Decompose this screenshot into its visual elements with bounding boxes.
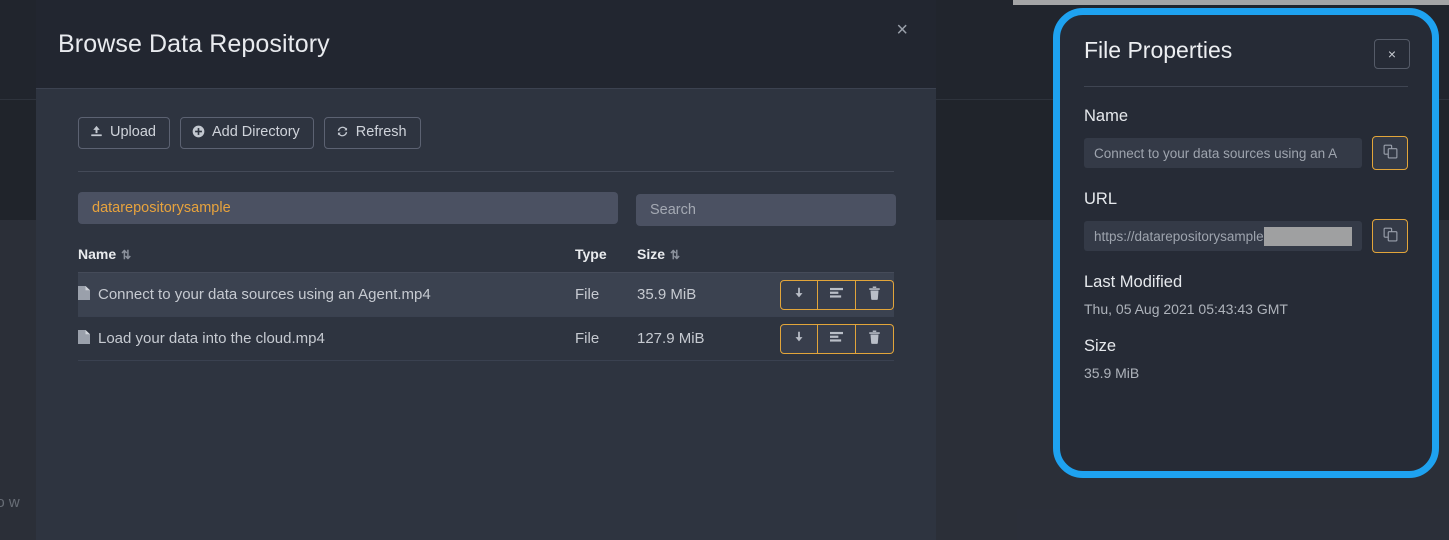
copy-url-button[interactable] — [1372, 219, 1408, 253]
column-header-size-label: Size — [637, 246, 666, 262]
file-size-cell: 127.9 MiB — [637, 316, 757, 361]
file-table-header: Name ⇅ Type Size ⇅ — [78, 242, 894, 273]
table-header-row: Name ⇅ Type Size ⇅ — [78, 242, 894, 273]
sort-icon: ⇅ — [121, 248, 131, 262]
copy-icon — [1383, 227, 1398, 245]
row-action-group — [780, 323, 894, 354]
name-field-value[interactable]: Connect to your data sources using an A — [1084, 138, 1362, 168]
url-field-row: https://datarepositorysample — [1084, 219, 1408, 253]
properties-icon — [829, 287, 844, 303]
path-and-search-row: datarepositorysample — [78, 192, 896, 226]
last-modified-label: Last Modified — [1084, 273, 1183, 291]
size-label: Size — [1084, 337, 1117, 355]
file-properties-header: File Properties × — [1084, 37, 1410, 69]
file-name-cell: Load your data into the cloud.mp4 — [78, 316, 575, 361]
column-header-actions — [757, 242, 894, 273]
file-actions-cell — [757, 272, 894, 317]
trash-icon — [868, 330, 881, 347]
file-name-cell: Connect to your data sources using an Ag… — [78, 272, 575, 317]
download-icon — [792, 286, 806, 303]
dialog-body: Upload Add Directory Refresh datareposit… — [36, 89, 936, 540]
column-header-name[interactable]: Name ⇅ — [78, 242, 575, 273]
row-action-group — [780, 279, 894, 310]
trash-icon — [868, 286, 881, 303]
file-icon — [78, 285, 91, 304]
file-name-text: Connect to your data sources using an Ag… — [98, 285, 431, 303]
sort-icon: ⇅ — [670, 248, 680, 262]
table-row[interactable]: Connect to your data sources using an Ag… — [78, 272, 894, 317]
download-button[interactable] — [780, 323, 818, 354]
toolbar-divider — [78, 171, 894, 172]
close-icon[interactable]: × — [1374, 39, 1410, 69]
file-name-text: Load your data into the cloud.mp4 — [98, 329, 325, 347]
delete-button[interactable] — [856, 323, 894, 354]
plus-circle-icon — [192, 125, 205, 140]
table-row[interactable]: Load your data into the cloud.mp4 File 1… — [78, 316, 894, 361]
refresh-icon — [336, 125, 349, 140]
file-table-body: Connect to your data sources using an Ag… — [78, 272, 894, 361]
download-button[interactable] — [780, 279, 818, 310]
modal-scrim-left — [0, 0, 36, 540]
column-header-name-label: Name — [78, 246, 117, 262]
name-field-label: Name — [1084, 107, 1129, 125]
url-field-label: URL — [1084, 190, 1118, 208]
file-properties-divider — [1084, 86, 1408, 87]
upload-button-label: Upload — [110, 124, 156, 141]
close-icon[interactable]: × — [890, 16, 914, 44]
refresh-button[interactable]: Refresh — [323, 117, 421, 149]
size-value: 35.9 MiB — [1084, 365, 1140, 381]
file-icon — [78, 329, 91, 348]
file-type-cell: File — [575, 316, 637, 361]
column-header-type: Type — [575, 242, 637, 273]
browse-data-repository-dialog: Browse Data Repository × Upload Add Dire… — [36, 0, 936, 540]
file-type-cell: File — [575, 272, 637, 317]
copy-name-button[interactable] — [1372, 136, 1408, 170]
delete-button[interactable] — [856, 279, 894, 310]
file-table: Name ⇅ Type Size ⇅ Connect to your data … — [78, 242, 894, 361]
file-properties-content: File Properties × Name Connect to your d… — [1060, 15, 1432, 471]
upload-icon — [90, 125, 103, 140]
url-field-text: https://datarepositorysample — [1094, 228, 1264, 244]
column-header-size[interactable]: Size ⇅ — [637, 242, 757, 273]
path-breadcrumb-input[interactable]: datarepositorysample — [78, 192, 618, 224]
column-header-type-label: Type — [575, 246, 607, 262]
add-directory-button[interactable]: Add Directory — [179, 117, 314, 149]
properties-button[interactable] — [818, 279, 856, 310]
last-modified-value: Thu, 05 Aug 2021 05:43:43 GMT — [1084, 301, 1288, 317]
refresh-button-label: Refresh — [355, 124, 407, 141]
toolbar: Upload Add Directory Refresh — [78, 117, 894, 149]
url-field-value[interactable]: https://datarepositorysample — [1084, 221, 1362, 251]
file-actions-cell — [757, 316, 894, 361]
copy-icon — [1383, 144, 1398, 162]
add-directory-button-label: Add Directory — [211, 124, 300, 141]
download-icon — [792, 330, 806, 347]
file-size-cell: 35.9 MiB — [637, 272, 757, 317]
dialog-header: Browse Data Repository × — [36, 0, 936, 88]
properties-icon — [829, 331, 844, 347]
search-input[interactable] — [636, 194, 896, 226]
page-title: Browse Data Repository — [58, 29, 330, 58]
upload-button[interactable]: Upload — [78, 117, 170, 149]
file-properties-title: File Properties — [1084, 37, 1233, 63]
properties-button[interactable] — [818, 323, 856, 354]
file-properties-panel: File Properties × Name Connect to your d… — [1053, 8, 1439, 478]
redaction-block — [1263, 226, 1352, 246]
name-field-row: Connect to your data sources using an A — [1084, 136, 1408, 170]
